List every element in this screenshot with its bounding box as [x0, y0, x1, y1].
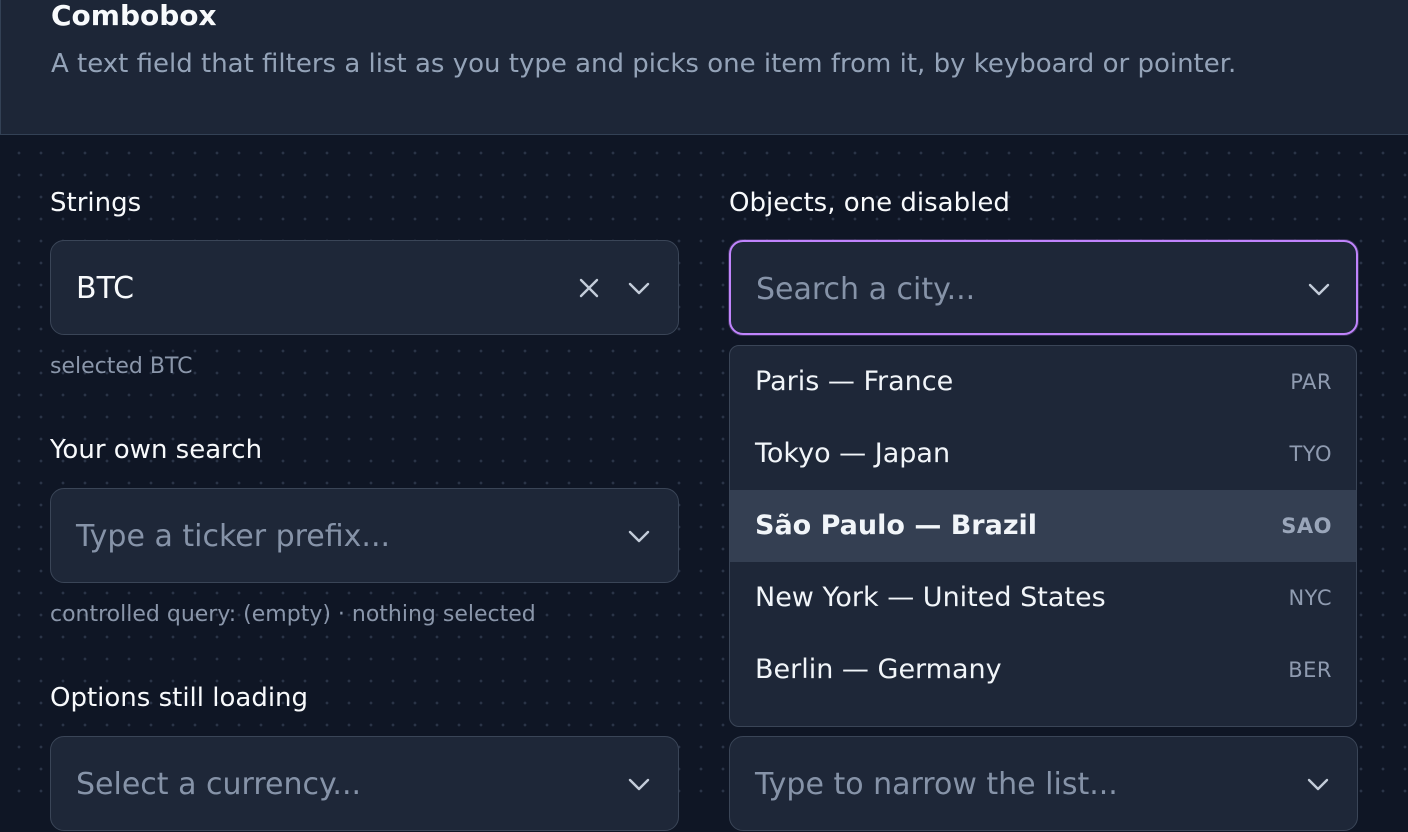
strings-helper-text: selected BTC — [50, 354, 193, 379]
option-label: Tokyo — Japan — [755, 438, 951, 469]
chevron-down-icon[interactable] — [625, 522, 653, 550]
option-new-york[interactable]: New York — United States NYC — [730, 562, 1356, 634]
objects-label: Objects, one disabled — [729, 188, 1010, 218]
chevron-down-icon[interactable] — [625, 770, 653, 798]
close-icon[interactable] — [575, 274, 603, 302]
chevron-down-icon[interactable] — [1304, 770, 1332, 798]
option-label: Paris — France — [755, 366, 954, 397]
strings-input[interactable]: BTC — [76, 241, 134, 336]
option-tokyo[interactable]: Tokyo — Japan TYO — [730, 418, 1356, 490]
chevron-down-icon[interactable] — [625, 274, 653, 302]
option-paris[interactable]: Paris — France PAR — [730, 346, 1356, 418]
option-label: New York — United States — [755, 582, 1106, 613]
city-listbox: Paris — France PAR Tokyo — Japan TYO São… — [729, 345, 1357, 727]
option-code: SAO — [1281, 514, 1332, 538]
page-header: Combobox A text field that filters a lis… — [0, 0, 1408, 135]
strings-label: Strings — [50, 188, 142, 218]
own-search-label: Your own search — [50, 435, 263, 465]
option-code: PAR — [1290, 370, 1332, 394]
page-description: A text field that filters a list as you … — [51, 49, 1237, 79]
loading-label: Options still loading — [50, 683, 309, 713]
option-sao-paulo[interactable]: São Paulo — Brazil SAO — [730, 490, 1356, 562]
own-search-input[interactable]: Type a ticker prefix... — [76, 489, 390, 584]
narrow-input[interactable]: Type to narrow the list... — [755, 737, 1118, 832]
strings-combobox[interactable]: BTC — [50, 240, 679, 335]
option-berlin[interactable]: Berlin — Germany BER — [730, 634, 1356, 706]
option-code: TYO — [1289, 442, 1332, 466]
option-code: NYC — [1288, 586, 1332, 610]
own-search-combobox[interactable]: Type a ticker prefix... — [50, 488, 679, 583]
objects-combobox[interactable]: Search a city... — [729, 240, 1358, 335]
option-label: São Paulo — Brazil — [755, 510, 1038, 541]
loading-input[interactable]: Select a currency... — [76, 737, 361, 832]
page-title: Combobox — [51, 0, 217, 32]
option-label: Berlin — Germany — [755, 654, 1002, 685]
own-search-helper-text: controlled query: (empty) · nothing sele… — [50, 602, 536, 627]
chevron-down-icon[interactable] — [1305, 275, 1333, 303]
narrow-combobox[interactable]: Type to narrow the list... — [729, 736, 1358, 831]
city-search-input[interactable]: Search a city... — [756, 242, 975, 337]
loading-combobox[interactable]: Select a currency... — [50, 736, 679, 831]
option-code: BER — [1288, 658, 1332, 682]
